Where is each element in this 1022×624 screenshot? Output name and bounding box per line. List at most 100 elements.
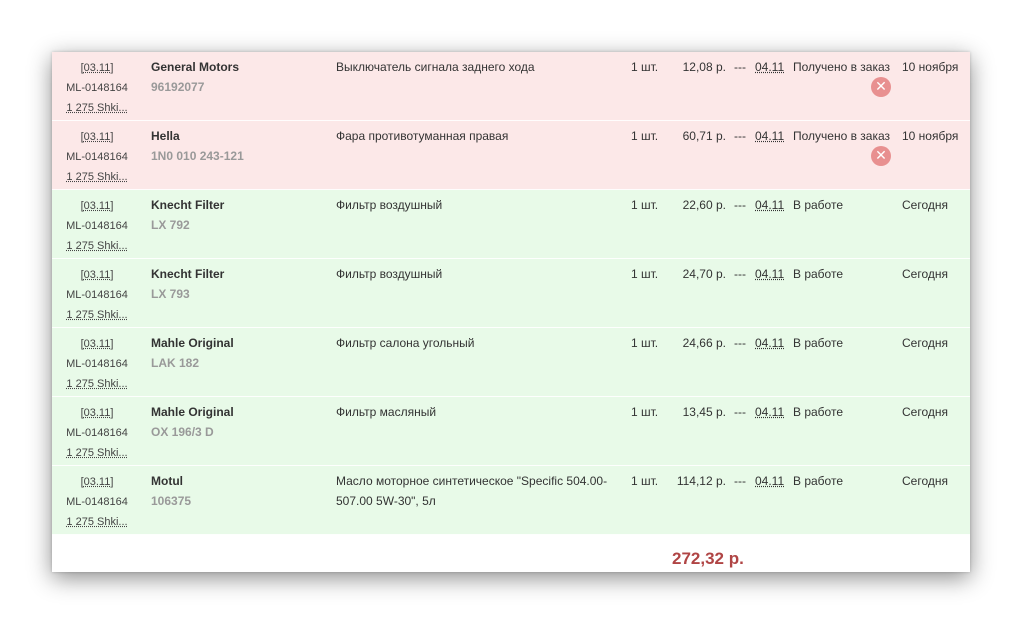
part-info: Hella 1N0 010 243-121 <box>151 126 331 166</box>
order-row: [03.11] ML-0148164 1 275 Shki... Mahle Orig… <box>52 397 970 466</box>
ship-date-link[interactable]: 04.11 <box>755 336 784 350</box>
order-date-link[interactable]: 03.11 <box>84 269 111 281</box>
dash-separator: --- <box>734 267 746 281</box>
order-row: [03.11] ML-0148164 1 275 Shki... Motul 10637… <box>52 466 970 535</box>
order-status: В работе <box>793 267 844 281</box>
order-date-link[interactable]: 03.11 <box>84 407 111 419</box>
ship-date: 04.11 <box>755 471 787 491</box>
part-info: Mahle Original OX 196/3 D <box>151 402 331 442</box>
order-row: [03.11] ML-0148164 1 275 Shki... Knecht Fil… <box>52 259 970 328</box>
part-description: Фильтр масляный <box>336 405 437 419</box>
part-description: Фильтр воздушный <box>336 267 443 281</box>
order-status: Получено в заказ <box>793 129 891 143</box>
account-link[interactable]: 1 275 Shki... <box>66 309 127 321</box>
order-row: [03.11] ML-0148164 1 275 Shki... Hella 1N0 0… <box>52 121 970 190</box>
account-link[interactable]: 1 275 Shki... <box>66 171 127 183</box>
brand-name: Knecht Filter <box>151 198 225 212</box>
price: 13,45 р. <box>682 405 726 419</box>
part-description: Фильтр салона угольный <box>336 336 475 350</box>
brand-name: General Motors <box>151 60 240 74</box>
dash-separator: --- <box>734 474 746 488</box>
order-id: ML-0148164 <box>66 220 128 232</box>
order-row: [03.11] ML-0148164 1 275 Shki... General Mo… <box>52 52 970 121</box>
order-meta: [03.11] ML-0148164 1 275 Shki... <box>64 58 130 118</box>
order-status: Получено в заказ <box>793 60 891 74</box>
order-date-link[interactable]: 03.11 <box>84 200 111 212</box>
order-meta: [03.11] ML-0148164 1 275 Shki... <box>64 472 130 532</box>
brand-name: Hella <box>151 129 180 143</box>
part-code: LX 792 <box>151 218 190 232</box>
dash-separator: --- <box>734 336 746 350</box>
order-status: В работе <box>793 336 844 350</box>
part-code: LX 793 <box>151 287 190 301</box>
delivery-date: Сегодня <box>902 198 948 212</box>
account-link[interactable]: 1 275 Shki... <box>66 102 127 114</box>
delivery-date: Сегодня <box>902 267 948 281</box>
part-description: Фара противотуманная правая <box>336 129 509 143</box>
dash-separator: --- <box>734 129 746 143</box>
order-total: 272,32 р. <box>672 549 744 568</box>
part-code: 106375 <box>151 494 192 508</box>
ship-date-link[interactable]: 04.11 <box>755 267 784 281</box>
brand-name: Knecht Filter <box>151 267 225 281</box>
order-date-link[interactable]: 03.11 <box>84 338 111 350</box>
dash-separator: --- <box>734 198 746 212</box>
part-info: Knecht Filter LX 792 <box>151 195 331 235</box>
account-link[interactable]: 1 275 Shki... <box>66 447 127 459</box>
order-table-card: [03.11] ML-0148164 1 275 Shki... General Mo… <box>52 52 970 572</box>
part-info: Mahle Original LAK 182 <box>151 333 331 373</box>
ship-date-link[interactable]: 04.11 <box>755 129 784 143</box>
order-date-link[interactable]: 03.11 <box>84 62 111 74</box>
order-meta: [03.11] ML-0148164 1 275 Shki... <box>64 127 130 187</box>
ship-date: 04.11 <box>755 333 787 353</box>
dash-separator: --- <box>734 60 746 74</box>
order-status: В работе <box>793 405 844 419</box>
ship-date: 04.11 <box>755 402 787 422</box>
part-code: OX 196/3 D <box>151 425 214 439</box>
part-code: 1N0 010 243-121 <box>151 149 244 163</box>
order-date-link[interactable]: 03.11 <box>84 131 111 143</box>
part-code: LAK 182 <box>151 356 200 370</box>
order-id: ML-0148164 <box>66 82 128 94</box>
ship-date: 04.11 <box>755 264 787 284</box>
order-id: ML-0148164 <box>66 358 128 370</box>
price: 114,12 р. <box>676 474 726 488</box>
price: 24,66 р. <box>682 336 726 350</box>
order-meta: [03.11] ML-0148164 1 275 Shki... <box>64 403 130 463</box>
delivery-date: 10 ноября <box>902 129 959 143</box>
order-date-link[interactable]: 03.11 <box>84 476 111 488</box>
price: 24,70 р. <box>682 267 726 281</box>
order-row: [03.11] ML-0148164 1 275 Shki... Mahle Orig… <box>52 328 970 397</box>
cancel-icon[interactable]: ✕ <box>871 146 891 166</box>
ship-date-link[interactable]: 04.11 <box>755 198 784 212</box>
order-row: [03.11] ML-0148164 1 275 Shki... Knecht Fil… <box>52 190 970 259</box>
cancel-icon[interactable]: ✕ <box>871 77 891 97</box>
order-id: ML-0148164 <box>66 496 128 508</box>
delivery-date: Сегодня <box>902 405 948 419</box>
account-link[interactable]: 1 275 Shki... <box>66 240 127 252</box>
delivery-date: Сегодня <box>902 336 948 350</box>
part-description: Масло моторное синтетическое "Specific 5… <box>336 474 608 508</box>
ship-date: 04.11 <box>755 195 787 215</box>
brand-name: Mahle Original <box>151 336 234 350</box>
ship-date-link[interactable]: 04.11 <box>755 60 784 74</box>
order-id: ML-0148164 <box>66 151 128 163</box>
dash-separator: --- <box>734 405 746 419</box>
part-description: Выключатель сигнала заднего хода <box>336 60 535 74</box>
price: 22,60 р. <box>682 198 726 212</box>
delivery-date: Сегодня <box>902 474 948 488</box>
part-description: Фильтр воздушный <box>336 198 443 212</box>
brand-name: Mahle Original <box>151 405 234 419</box>
ship-date-link[interactable]: 04.11 <box>755 474 784 488</box>
ship-date: 04.11 <box>755 57 787 77</box>
price: 60,71 р. <box>682 129 726 143</box>
order-status: В работе <box>793 474 844 488</box>
order-status: В работе <box>793 198 844 212</box>
ship-date-link[interactable]: 04.11 <box>755 405 784 419</box>
brand-name: Motul <box>151 474 183 488</box>
account-link[interactable]: 1 275 Shki... <box>66 516 127 528</box>
account-link[interactable]: 1 275 Shki... <box>66 378 127 390</box>
ship-date: 04.11 <box>755 126 787 146</box>
order-meta: [03.11] ML-0148164 1 275 Shki... <box>64 334 130 394</box>
part-info: Motul 106375 <box>151 471 331 511</box>
